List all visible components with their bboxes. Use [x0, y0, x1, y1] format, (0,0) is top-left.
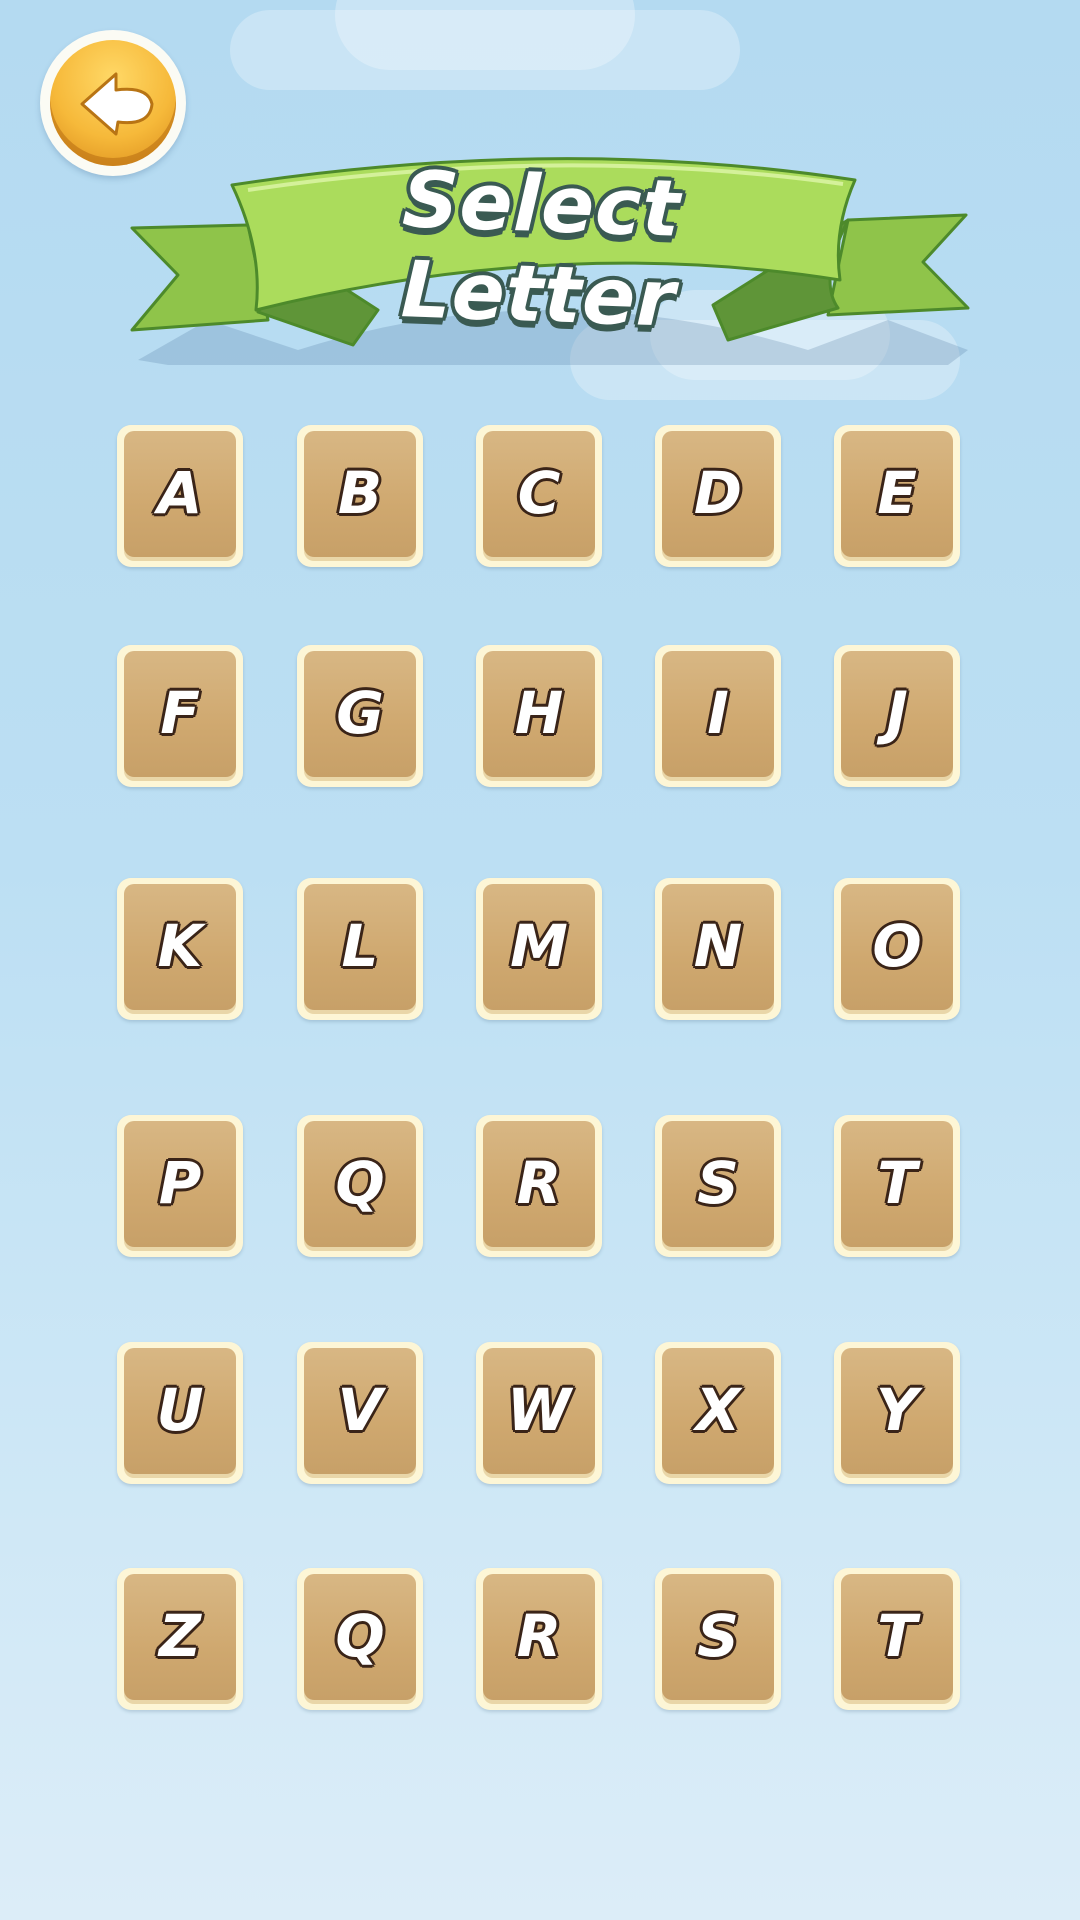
letter-tile[interactable]: U [117, 1342, 243, 1484]
letter-tile-face: I [662, 651, 774, 777]
letter-label: Y [876, 1376, 918, 1444]
letter-tile-face: A [124, 431, 236, 557]
letter-tile[interactable]: Y [834, 1342, 960, 1484]
letter-tile[interactable]: E [834, 425, 960, 567]
letter-tile[interactable]: V [297, 1342, 423, 1484]
letter-tile[interactable]: W [476, 1342, 602, 1484]
letter-label: F [160, 679, 200, 747]
letter-label: Z [158, 1602, 202, 1670]
letter-label: C [517, 459, 561, 527]
letter-tile-face: S [662, 1574, 774, 1700]
letter-tile-face: E [841, 431, 953, 557]
cloud-top-bump [335, 0, 635, 70]
letter-tile[interactable]: D [655, 425, 781, 567]
letter-tile-face: U [124, 1348, 236, 1474]
letter-label: J [886, 679, 908, 747]
letter-tile-face: G [304, 651, 416, 777]
letter-tile[interactable]: T [834, 1568, 960, 1710]
letter-tile[interactable]: Q [297, 1568, 423, 1710]
letter-tile-face: S [662, 1121, 774, 1247]
letter-label: I [707, 679, 729, 747]
letter-tile-face: N [662, 884, 774, 1010]
page-title: Select Letter [399, 155, 683, 345]
letter-tile-face: Q [304, 1574, 416, 1700]
letter-label: L [341, 912, 379, 980]
letter-tile[interactable]: S [655, 1568, 781, 1710]
letter-tile[interactable]: B [297, 425, 423, 567]
letter-label: X [695, 1376, 741, 1444]
letter-label: Q [335, 1602, 385, 1670]
letter-tile-face: T [841, 1574, 953, 1700]
letter-tile[interactable]: T [834, 1115, 960, 1257]
letter-label: W [507, 1376, 571, 1444]
letter-tile-face: M [483, 884, 595, 1010]
letter-tile-face: L [304, 884, 416, 1010]
letter-label: U [156, 1376, 204, 1444]
letter-label: O [872, 912, 922, 980]
letter-tile-face: P [124, 1121, 236, 1247]
letter-label: D [693, 459, 743, 527]
letter-tile-face: C [483, 431, 595, 557]
letter-tile[interactable]: X [655, 1342, 781, 1484]
letter-tile[interactable]: I [655, 645, 781, 787]
letter-label: H [514, 679, 564, 747]
letter-tile-face: D [662, 431, 774, 557]
letter-label: R [516, 1602, 562, 1670]
letter-label: R [516, 1149, 562, 1217]
letter-tile[interactable]: R [476, 1115, 602, 1257]
letter-tile[interactable]: O [834, 878, 960, 1020]
letter-tile[interactable]: K [117, 878, 243, 1020]
letter-tile-face: J [841, 651, 953, 777]
letter-tile-face: V [304, 1348, 416, 1474]
letter-label: S [697, 1602, 739, 1670]
letter-label: T [877, 1149, 917, 1217]
letter-tile-face: W [483, 1348, 595, 1474]
letter-tile[interactable]: Z [117, 1568, 243, 1710]
letter-tile[interactable]: Q [297, 1115, 423, 1257]
letter-tile[interactable]: M [476, 878, 602, 1020]
letter-tile[interactable]: L [297, 878, 423, 1020]
letter-label: S [697, 1149, 739, 1217]
letter-tile-face: R [483, 1574, 595, 1700]
letter-tile-face: R [483, 1121, 595, 1247]
letter-tile-face: B [304, 431, 416, 557]
letter-tile[interactable]: F [117, 645, 243, 787]
letter-tile[interactable]: C [476, 425, 602, 567]
letter-tile-face: Z [124, 1574, 236, 1700]
letter-tile[interactable]: S [655, 1115, 781, 1257]
letter-label: G [336, 679, 384, 747]
letter-tile-face: F [124, 651, 236, 777]
letter-tile[interactable]: H [476, 645, 602, 787]
letter-label: A [157, 459, 203, 527]
letter-tile[interactable]: A [117, 425, 243, 567]
letter-label: P [158, 1149, 202, 1217]
letter-tile-face: X [662, 1348, 774, 1474]
letter-label: Q [335, 1149, 385, 1217]
letter-tile[interactable]: P [117, 1115, 243, 1257]
letter-label: N [693, 912, 743, 980]
letter-tile-face: O [841, 884, 953, 1010]
letter-label: M [510, 912, 568, 980]
letter-tile-face: H [483, 651, 595, 777]
letter-label: T [877, 1602, 917, 1670]
letter-tile-face: T [841, 1121, 953, 1247]
letter-tile-face: K [124, 884, 236, 1010]
letter-tile[interactable]: N [655, 878, 781, 1020]
letter-tile[interactable]: R [476, 1568, 602, 1710]
letter-tile-face: Y [841, 1348, 953, 1474]
letter-label: B [337, 459, 383, 527]
letter-label: E [877, 459, 917, 527]
letter-label: K [157, 912, 203, 980]
letter-label: V [337, 1376, 383, 1444]
letter-tile[interactable]: G [297, 645, 423, 787]
letter-tile-face: Q [304, 1121, 416, 1247]
letter-tile[interactable]: J [834, 645, 960, 787]
